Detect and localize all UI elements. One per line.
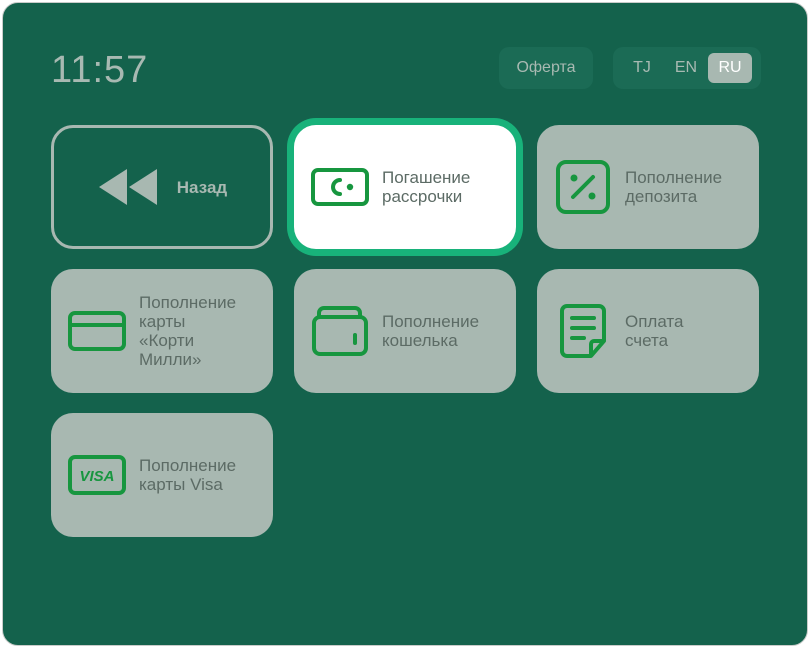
cash-note-icon (310, 157, 370, 217)
bill-payment-button[interactable]: Оплата счета (537, 269, 759, 393)
installment-repayment-button[interactable]: Погашение рассрочки (294, 125, 516, 249)
deposit-topup-button[interactable]: Пополнение депозита (537, 125, 759, 249)
card-icon (67, 301, 127, 361)
percent-icon (553, 157, 613, 217)
visa-label: Пополнение карты Visa (139, 456, 237, 494)
wallet-icon (310, 301, 370, 361)
korti-milli-label: Пополнение карты «Корти Милли» (139, 293, 237, 369)
bill-label: Оплата счета (625, 312, 684, 350)
korti-milli-topup-button[interactable]: Пополнение карты «Корти Милли» (51, 269, 273, 393)
visa-topup-button[interactable]: VISA Пополнение карты Visa (51, 413, 273, 537)
clock: 11:57 (51, 49, 149, 91)
lang-ru-button[interactable]: RU (708, 53, 752, 83)
wallet-topup-button[interactable]: Пополнение кошелька (294, 269, 516, 393)
rewind-icon (97, 167, 159, 207)
back-label: Назад (176, 177, 228, 197)
visa-logo-text: VISA (79, 468, 114, 485)
visa-icon: VISA (67, 445, 127, 505)
offer-button[interactable]: Оферта (499, 47, 593, 89)
back-button[interactable]: Назад (51, 125, 273, 249)
document-icon (553, 301, 613, 361)
lang-tj-button[interactable]: TJ (620, 53, 664, 83)
language-switcher: TJ EN RU (613, 47, 761, 89)
lang-en-button[interactable]: EN (664, 53, 708, 83)
terminal-screen: 11:57 Оферта TJ EN RU Назад Погашение ра… (2, 2, 808, 646)
installment-label: Погашение рассрочки (382, 168, 471, 206)
deposit-label: Пополнение депозита (625, 168, 723, 206)
wallet-label: Пополнение кошелька (382, 312, 480, 350)
